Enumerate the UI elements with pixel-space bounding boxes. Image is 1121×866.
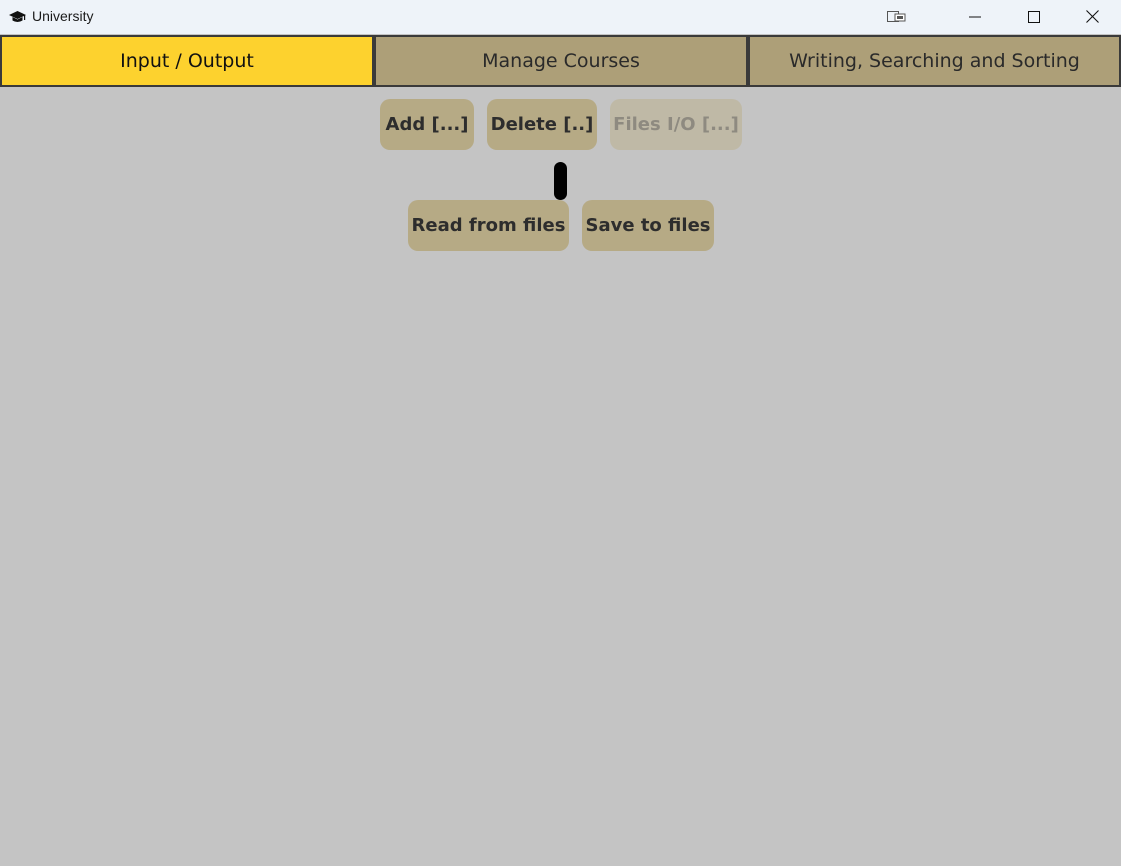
tab-input-output[interactable]: Input / Output xyxy=(0,35,374,87)
close-icon xyxy=(1085,8,1099,27)
tab-bar: Input / Output Manage Courses Writing, S… xyxy=(0,35,1121,87)
maximize-icon xyxy=(1028,8,1040,27)
app-window: University Input / Output Manage Courses… xyxy=(0,0,1121,866)
add-button[interactable]: Add [...] xyxy=(380,99,474,150)
files-io-button[interactable]: Files I/O [...] xyxy=(610,99,742,150)
save-to-files-button[interactable]: Save to files xyxy=(582,200,714,251)
tab-writing-searching-sorting[interactable]: Writing, Searching and Sorting xyxy=(748,35,1121,87)
close-button[interactable] xyxy=(1063,0,1121,34)
text-cursor-indicator xyxy=(554,162,567,200)
delete-button[interactable]: Delete [..] xyxy=(487,99,597,150)
title-bar[interactable]: University xyxy=(0,0,1121,34)
graduation-cap-icon xyxy=(9,9,26,25)
maximize-button[interactable] xyxy=(1005,0,1063,34)
window-title: University xyxy=(32,8,94,24)
snap-layout-button[interactable] xyxy=(868,0,926,34)
minimize-icon xyxy=(969,8,981,27)
read-from-files-button[interactable]: Read from files xyxy=(408,200,569,251)
minimize-button[interactable] xyxy=(946,0,1004,34)
snap-layout-icon xyxy=(887,8,907,27)
tab-manage-courses[interactable]: Manage Courses xyxy=(374,35,748,87)
